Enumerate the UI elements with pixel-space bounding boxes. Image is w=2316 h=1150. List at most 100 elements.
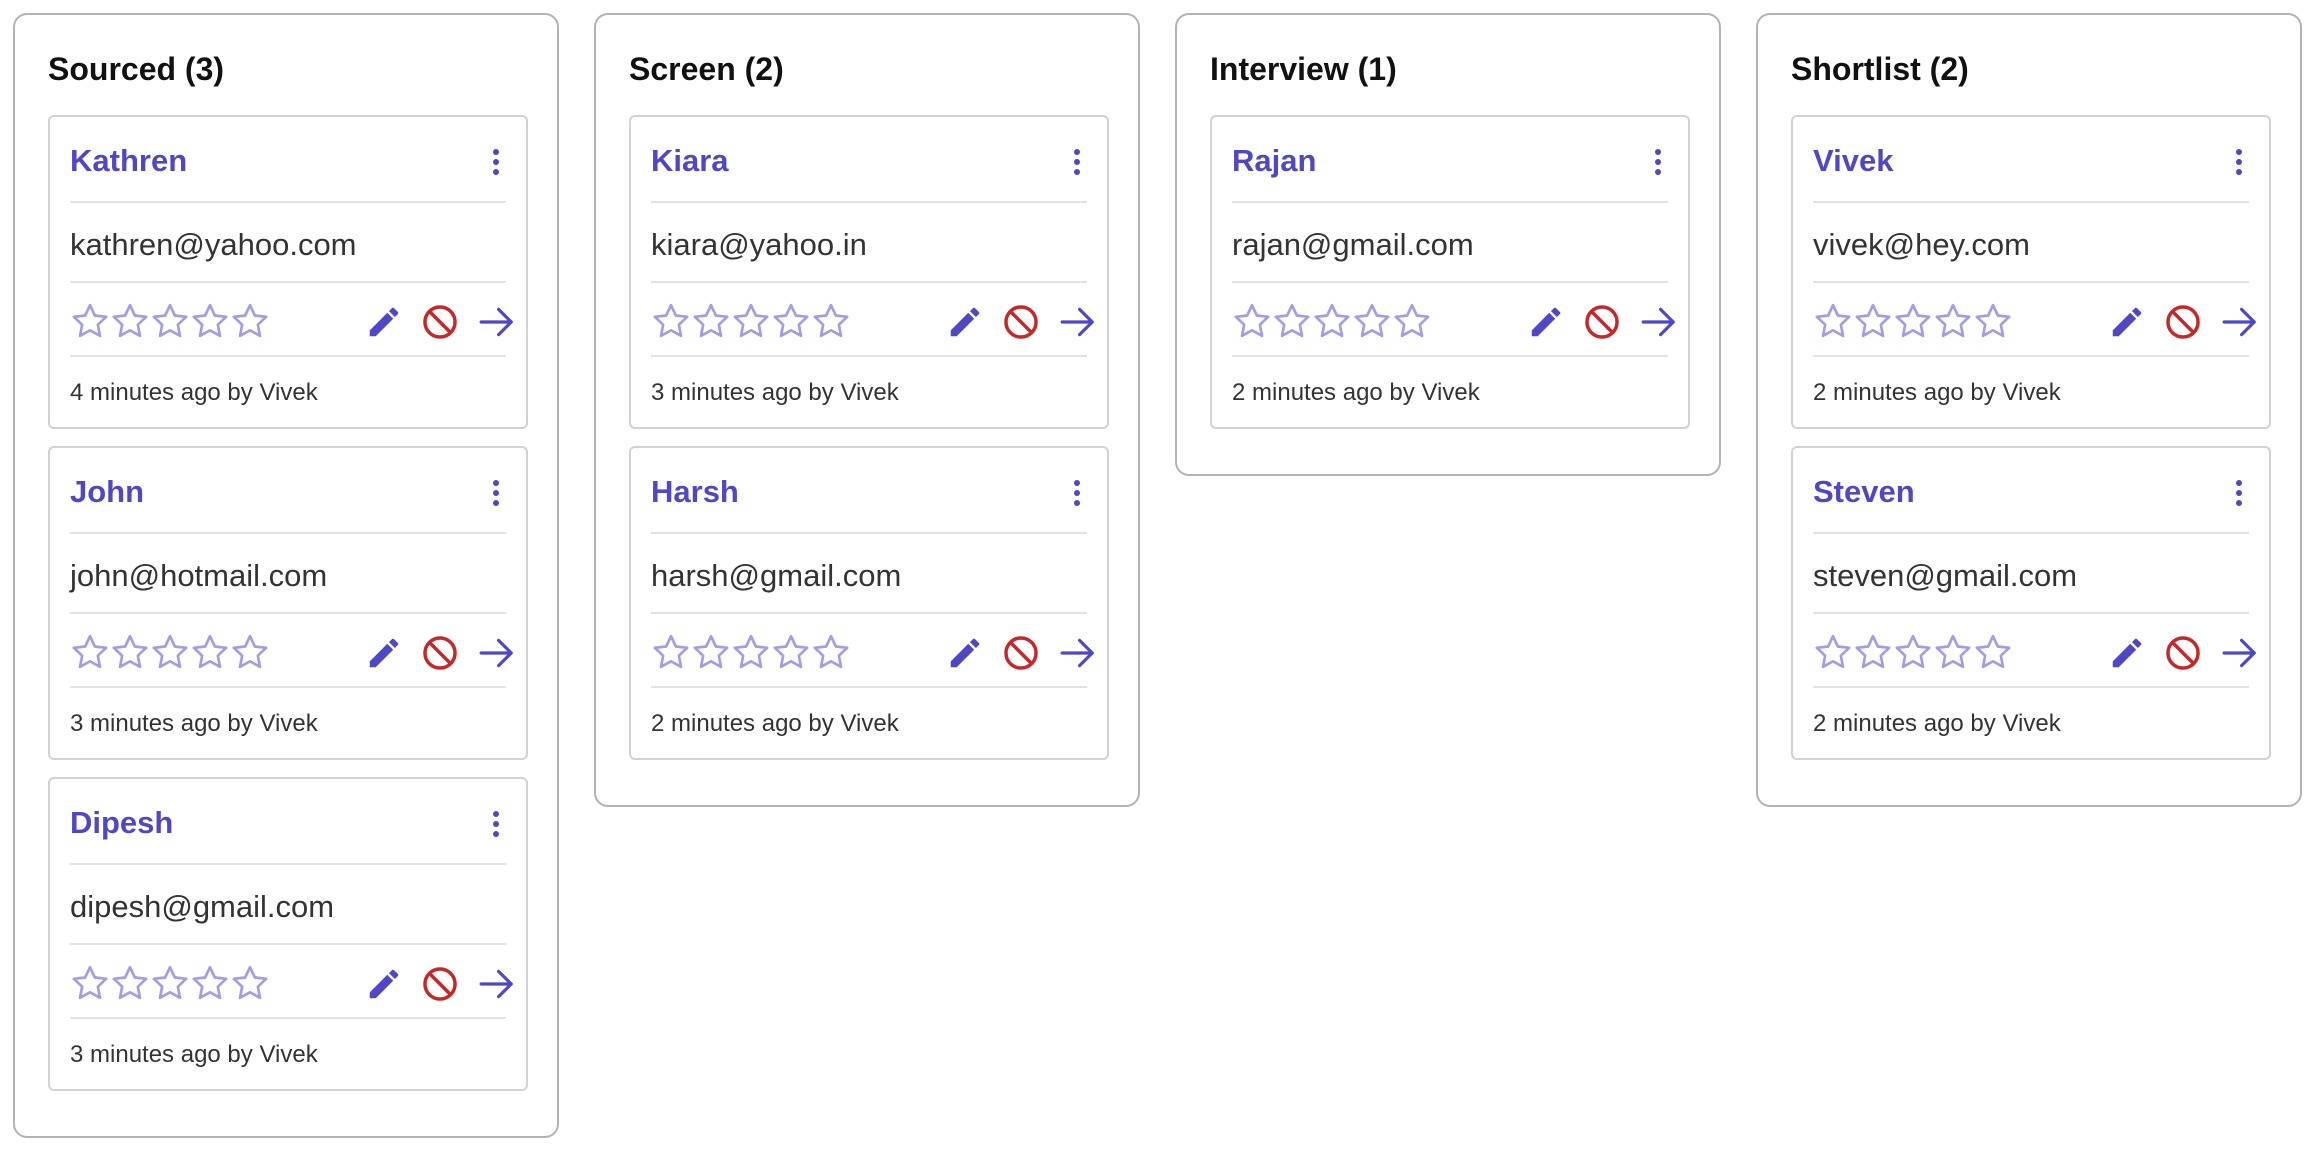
ban-icon[interactable] <box>1002 634 1040 672</box>
star-outline-icon[interactable] <box>1893 301 1933 341</box>
star-outline-icon[interactable] <box>731 301 771 341</box>
candidate-card[interactable]: Harsh harsh@gmail.com 2 minutes ago by V… <box>629 446 1109 760</box>
pencil-icon[interactable] <box>365 965 403 1003</box>
star-outline-icon[interactable] <box>1973 301 2013 341</box>
candidate-name[interactable]: Harsh <box>651 476 739 507</box>
kebab-menu-icon[interactable] <box>486 147 506 177</box>
candidate-name[interactable]: Kathren <box>70 145 187 176</box>
star-outline-icon[interactable] <box>651 301 691 341</box>
arrow-right-icon[interactable] <box>2221 303 2259 341</box>
star-outline-icon[interactable] <box>1973 632 2013 672</box>
star-outline-icon[interactable] <box>1232 301 1272 341</box>
star-rating[interactable] <box>70 632 270 672</box>
star-outline-icon[interactable] <box>811 301 851 341</box>
kebab-menu-icon[interactable] <box>2229 147 2249 177</box>
candidate-card[interactable]: Steven steven@gmail.com 2 minutes ago by… <box>1791 446 2271 760</box>
star-outline-icon[interactable] <box>110 632 150 672</box>
candidate-card[interactable]: Rajan rajan@gmail.com 2 minutes ago by V… <box>1210 115 1690 429</box>
star-outline-icon[interactable] <box>771 301 811 341</box>
star-rating[interactable] <box>651 301 851 341</box>
stage-title: Interview (1) <box>1210 51 1397 87</box>
star-outline-icon[interactable] <box>1813 632 1853 672</box>
stage-column: Interview (1) Rajan rajan@gmail.com 2 mi… <box>1175 13 1721 476</box>
stage-title: Sourced (3) <box>48 51 225 87</box>
star-outline-icon[interactable] <box>110 301 150 341</box>
ban-icon[interactable] <box>2164 303 2202 341</box>
arrow-right-icon[interactable] <box>1640 303 1678 341</box>
kebab-menu-icon[interactable] <box>1067 147 1087 177</box>
ban-icon[interactable] <box>1583 303 1621 341</box>
star-outline-icon[interactable] <box>1893 632 1933 672</box>
kebab-menu-icon[interactable] <box>486 478 506 508</box>
candidate-name[interactable]: Kiara <box>651 145 729 176</box>
star-outline-icon[interactable] <box>190 632 230 672</box>
pencil-icon[interactable] <box>2108 303 2146 341</box>
star-outline-icon[interactable] <box>691 632 731 672</box>
star-rating[interactable] <box>1232 301 1432 341</box>
star-outline-icon[interactable] <box>230 301 270 341</box>
star-outline-icon[interactable] <box>150 632 190 672</box>
candidate-card[interactable]: Vivek vivek@hey.com 2 minutes ago by Viv… <box>1791 115 2271 429</box>
arrow-right-icon[interactable] <box>478 965 516 1003</box>
star-outline-icon[interactable] <box>1853 632 1893 672</box>
kebab-menu-icon[interactable] <box>1067 478 1087 508</box>
candidate-card[interactable]: Dipesh dipesh@gmail.com 3 minutes ago by… <box>48 777 528 1091</box>
star-outline-icon[interactable] <box>1853 301 1893 341</box>
star-rating[interactable] <box>1813 632 2013 672</box>
ban-icon[interactable] <box>421 634 459 672</box>
star-outline-icon[interactable] <box>1352 301 1392 341</box>
star-outline-icon[interactable] <box>110 963 150 1003</box>
stage-column: Sourced (3) Kathren kathren@yahoo.com 4 … <box>13 13 559 1138</box>
candidate-card[interactable]: Kiara kiara@yahoo.in 3 minutes ago by Vi… <box>629 115 1109 429</box>
candidate-name[interactable]: Rajan <box>1232 145 1316 176</box>
star-rating[interactable] <box>651 632 851 672</box>
star-rating[interactable] <box>70 963 270 1003</box>
ban-icon[interactable] <box>1002 303 1040 341</box>
ban-icon[interactable] <box>2164 634 2202 672</box>
arrow-right-icon[interactable] <box>478 634 516 672</box>
pencil-icon[interactable] <box>365 303 403 341</box>
pencil-icon[interactable] <box>365 634 403 672</box>
candidate-card[interactable]: Kathren kathren@yahoo.com 4 minutes ago … <box>48 115 528 429</box>
star-outline-icon[interactable] <box>190 963 230 1003</box>
star-outline-icon[interactable] <box>1933 632 1973 672</box>
candidate-name[interactable]: John <box>70 476 144 507</box>
star-outline-icon[interactable] <box>150 963 190 1003</box>
pencil-icon[interactable] <box>2108 634 2146 672</box>
star-outline-icon[interactable] <box>651 632 691 672</box>
arrow-right-icon[interactable] <box>2221 634 2259 672</box>
kebab-menu-icon[interactable] <box>2229 478 2249 508</box>
star-outline-icon[interactable] <box>1813 301 1853 341</box>
star-outline-icon[interactable] <box>731 632 771 672</box>
ban-icon[interactable] <box>421 303 459 341</box>
arrow-right-icon[interactable] <box>1059 303 1097 341</box>
pencil-icon[interactable] <box>946 303 984 341</box>
star-outline-icon[interactable] <box>691 301 731 341</box>
star-rating[interactable] <box>1813 301 2013 341</box>
kebab-menu-icon[interactable] <box>486 809 506 839</box>
candidate-name[interactable]: Dipesh <box>70 807 173 838</box>
arrow-right-icon[interactable] <box>478 303 516 341</box>
pencil-icon[interactable] <box>1527 303 1565 341</box>
star-outline-icon[interactable] <box>811 632 851 672</box>
star-outline-icon[interactable] <box>771 632 811 672</box>
star-outline-icon[interactable] <box>70 301 110 341</box>
star-outline-icon[interactable] <box>230 963 270 1003</box>
pencil-icon[interactable] <box>946 634 984 672</box>
candidate-name[interactable]: Vivek <box>1813 145 1893 176</box>
arrow-right-icon[interactable] <box>1059 634 1097 672</box>
star-outline-icon[interactable] <box>190 301 230 341</box>
ban-icon[interactable] <box>421 965 459 1003</box>
star-outline-icon[interactable] <box>1933 301 1973 341</box>
star-outline-icon[interactable] <box>150 301 190 341</box>
candidate-card[interactable]: John john@hotmail.com 3 minutes ago by V… <box>48 446 528 760</box>
star-outline-icon[interactable] <box>70 963 110 1003</box>
star-rating[interactable] <box>70 301 270 341</box>
star-outline-icon[interactable] <box>70 632 110 672</box>
candidate-name[interactable]: Steven <box>1813 476 1915 507</box>
kebab-menu-icon[interactable] <box>1648 147 1668 177</box>
star-outline-icon[interactable] <box>1312 301 1352 341</box>
star-outline-icon[interactable] <box>1272 301 1312 341</box>
star-outline-icon[interactable] <box>230 632 270 672</box>
star-outline-icon[interactable] <box>1392 301 1432 341</box>
